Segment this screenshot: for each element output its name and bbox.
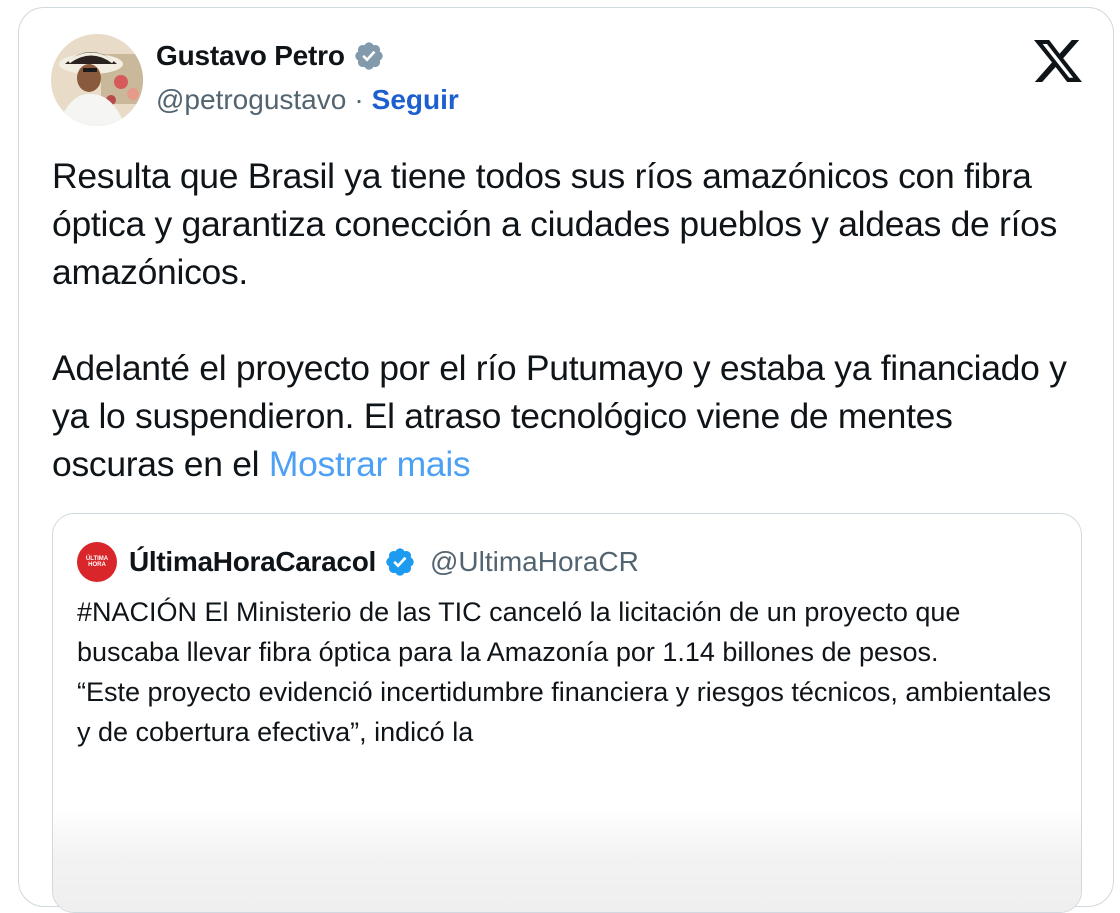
- tweet-body: Resulta que Brasil ya tiene todos sus rí…: [52, 152, 1082, 488]
- quote-avatar-text-bottom: HORA: [88, 562, 106, 568]
- tweet-paragraph: Adelanté el proyecto por el río Putumayo…: [52, 344, 1082, 488]
- quote-body: #NACIÓN El Ministerio de las TIC canceló…: [77, 592, 1057, 752]
- avatar-photo: [51, 34, 143, 126]
- author-handle[interactable]: @petrogustavo: [156, 84, 346, 116]
- x-logo-icon[interactable]: [1034, 40, 1082, 82]
- quote-header: ÚLTIMA HORA ÚltimaHoraCaracol @UltimaHor…: [77, 542, 639, 582]
- verified-badge-gray-icon: [355, 42, 383, 70]
- quote-paragraph: #NACIÓN El Ministerio de las TIC canceló…: [77, 597, 961, 667]
- follow-button[interactable]: Seguir: [372, 84, 459, 116]
- quote-avatar[interactable]: ÚLTIMA HORA: [77, 542, 117, 582]
- quote-media-preview[interactable]: [53, 810, 1081, 912]
- verified-badge-blue-icon: [386, 548, 414, 576]
- quoted-tweet[interactable]: ÚLTIMA HORA ÚltimaHoraCaracol @UltimaHor…: [52, 513, 1082, 913]
- author-name[interactable]: Gustavo Petro: [156, 40, 345, 72]
- author-avatar[interactable]: [51, 34, 143, 126]
- author-name-row: Gustavo Petro: [156, 40, 385, 72]
- tweet-paragraph-text: Adelanté el proyecto por el río Putumayo…: [52, 348, 1067, 484]
- tweet-paragraph: Resulta que Brasil ya tiene todos sus rí…: [52, 156, 1058, 292]
- show-more-link[interactable]: Mostrar mais: [269, 444, 471, 484]
- separator-dot: ·: [354, 84, 364, 115]
- quote-author-handle[interactable]: @UltimaHoraCR: [430, 546, 639, 578]
- quote-author-name[interactable]: ÚltimaHoraCaracol: [129, 546, 376, 578]
- quote-paragraph: “Este proyecto evidenció incertidumbre f…: [77, 677, 1051, 747]
- author-handle-row: @petrogustavo · Seguir: [156, 84, 459, 116]
